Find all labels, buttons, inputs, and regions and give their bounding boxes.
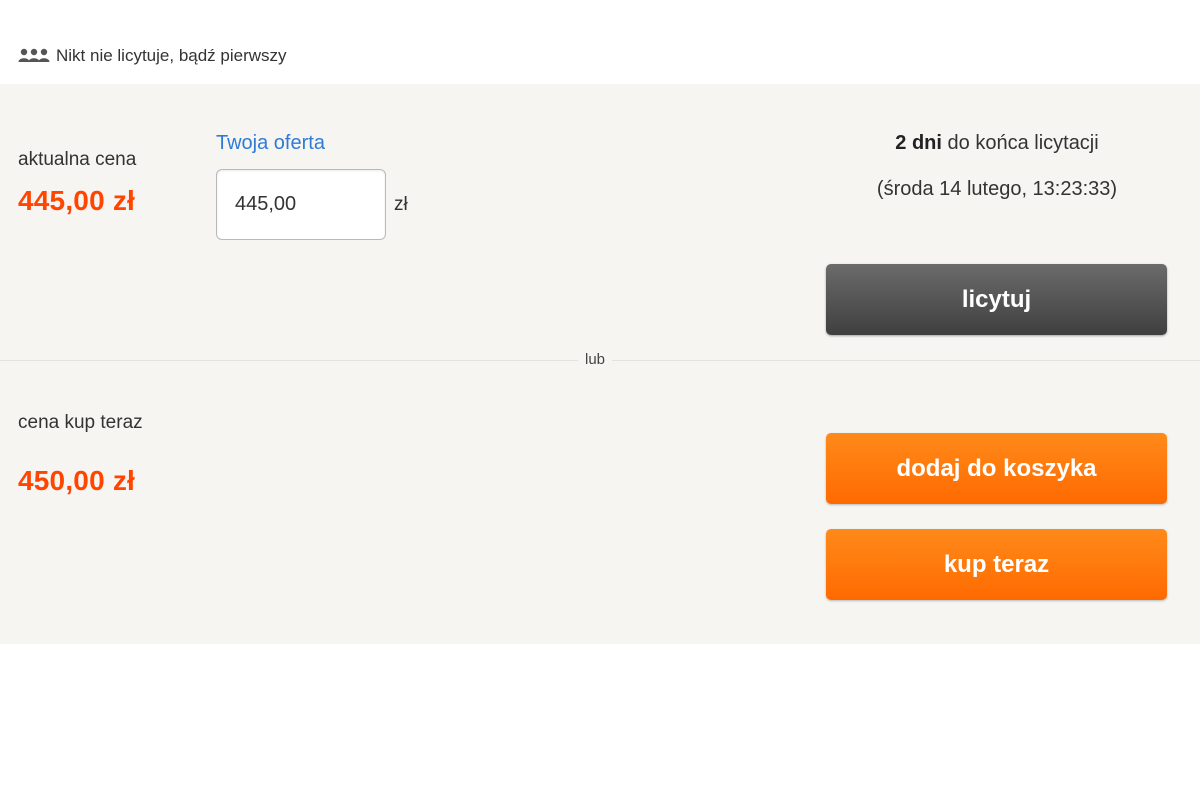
countdown-text: do końca licytacji [947,132,1099,154]
current-price: 445,00 zł [18,185,135,216]
buy-now-button[interactable]: kup teraz [826,529,1167,600]
your-offer-label: Twoja oferta [216,132,325,154]
current-price-label: aktualna cena [18,149,137,170]
bidders-text: Nikt nie licytuje, bądź pierwszy [56,46,287,65]
buy-now-price-label: cena kup teraz [18,412,143,433]
divider-or-text: lub [578,350,612,370]
offer-input[interactable] [216,169,386,240]
buy-now-price: 450,00 zł [18,465,135,496]
bid-button[interactable]: licytuj [826,264,1167,335]
users-icon [18,47,50,65]
countdown-days: 2 dni [895,132,942,154]
auction-countdown: 2 dni do końca licytacji [826,132,1168,155]
auction-widget: Nikt nie licytuje, bądź pierwszy aktualn… [0,0,1200,800]
auction-end-date: (środa 14 lutego, 13:23:33) [876,178,1118,200]
offer-currency: zł [394,194,408,215]
add-to-cart-button[interactable]: dodaj do koszyka [826,433,1167,504]
purchase-panel: aktualna cena 445,00 zł Twoja oferta zł … [0,84,1200,644]
bidders-info: Nikt nie licytuje, bądź pierwszy [18,44,287,68]
